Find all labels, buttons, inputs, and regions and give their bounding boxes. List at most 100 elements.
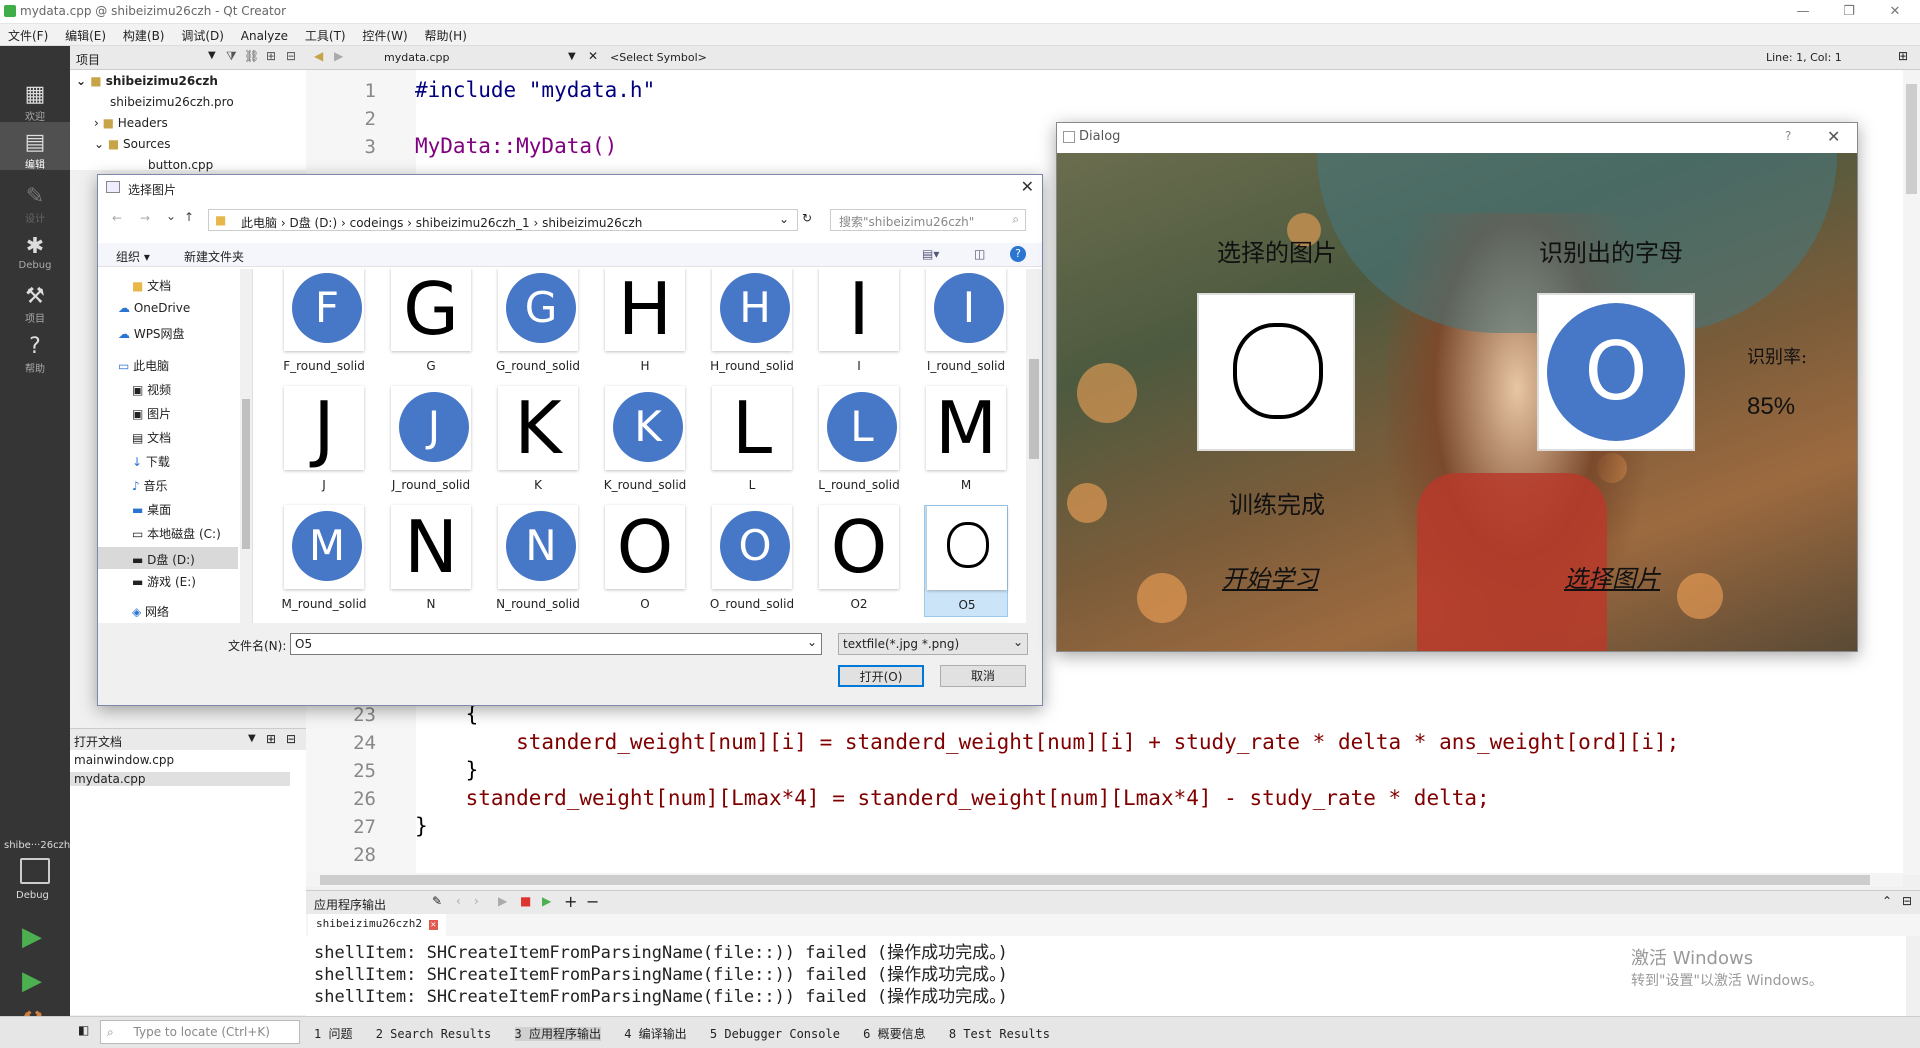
filter-icon[interactable]: ⧩ bbox=[226, 49, 237, 64]
breadcrumb-item[interactable]: 此电脑 bbox=[241, 216, 277, 230]
back-icon[interactable]: ← bbox=[112, 211, 122, 225]
file-tile[interactable]: G G_round_solid bbox=[496, 269, 580, 379]
menu-file[interactable]: 文件(F) bbox=[0, 24, 53, 44]
open-document-item[interactable]: mydata.cpp bbox=[70, 772, 290, 786]
search-input[interactable]: 搜索"shibeizimu26czh" ⌕ bbox=[830, 209, 1026, 231]
nav-item[interactable]: ☁ OneDrive bbox=[118, 301, 190, 315]
help-icon[interactable]: ? bbox=[1010, 246, 1026, 262]
editor-file-selector[interactable]: mydata.cpp bbox=[384, 51, 450, 64]
nav-item[interactable]: ▭ 此电脑 bbox=[118, 357, 169, 374]
close-document-icon[interactable]: ✕ bbox=[588, 49, 598, 63]
file-tile[interactable]: KK bbox=[496, 386, 580, 498]
editor-vertical-scrollbar[interactable] bbox=[1903, 70, 1920, 875]
view-icon[interactable]: ▤▾ bbox=[922, 247, 939, 261]
monitor-icon[interactable] bbox=[20, 858, 50, 884]
file-tile[interactable]: L L_round_solid bbox=[817, 386, 901, 498]
cancel-button[interactable]: 取消 bbox=[940, 665, 1026, 687]
close-window-button[interactable]: ✕ bbox=[1880, 2, 1910, 22]
maximize-button[interactable]: ❐ bbox=[1834, 2, 1864, 22]
new-folder-button[interactable]: 新建文件夹 bbox=[184, 248, 244, 265]
minus-icon[interactable]: − bbox=[586, 892, 599, 911]
menu-debug[interactable]: 调试(D) bbox=[173, 24, 229, 44]
file-tile[interactable]: MM bbox=[924, 386, 1008, 498]
menu-build[interactable]: 构建(B) bbox=[115, 24, 170, 44]
mode-help[interactable]: ? 帮助 bbox=[0, 326, 70, 375]
run-icon[interactable]: ▶ bbox=[22, 922, 42, 952]
file-tile[interactable]: GG bbox=[389, 269, 473, 379]
project-pane-title[interactable]: 项目 bbox=[76, 51, 100, 68]
file-tile[interactable]: O5 bbox=[924, 505, 1008, 617]
up-icon[interactable]: ↑ bbox=[184, 210, 194, 224]
split-editor-icon[interactable]: ⊞ bbox=[1898, 49, 1908, 63]
nav-item[interactable]: ▬ 桌面 bbox=[132, 501, 171, 518]
breadcrumb-item[interactable]: shibeizimu26czh bbox=[542, 216, 642, 230]
mode-projects[interactable]: ⚒ 项目 bbox=[0, 276, 70, 325]
status-tab-tests[interactable]: 8 Test Results bbox=[949, 1027, 1050, 1041]
status-tab-app-output[interactable]: 3 应用程序输出 bbox=[514, 1027, 601, 1041]
refresh-icon[interactable]: ↻ bbox=[802, 211, 812, 225]
nav-item[interactable]: ☁ WPS网盘 bbox=[118, 325, 185, 342]
close-icon[interactable]: ✕ bbox=[1021, 177, 1034, 196]
tree-file-button-cpp[interactable]: button.cpp bbox=[148, 158, 213, 172]
nav-item[interactable]: ▣ 图片 bbox=[132, 405, 171, 422]
back-icon[interactable]: ◀ bbox=[314, 49, 323, 63]
file-tile[interactable]: K K_round_solid bbox=[603, 386, 687, 498]
output-tab[interactable]: shibeizimu26czh2 ✕ bbox=[308, 914, 447, 936]
file-tile[interactable]: N N_round_solid bbox=[496, 505, 580, 617]
close-pane-icon[interactable]: ⊟ bbox=[286, 49, 296, 63]
close-pane-icon[interactable]: ⊟ bbox=[1902, 894, 1912, 908]
next-icon[interactable]: › bbox=[474, 894, 479, 908]
forward-icon[interactable]: → bbox=[140, 211, 150, 225]
file-tile[interactable]: F F_round_solid bbox=[282, 269, 366, 379]
nav-item[interactable]: ▣ 视频 bbox=[132, 381, 171, 398]
nav-scrollbar[interactable] bbox=[240, 269, 252, 623]
output-text[interactable]: shellItem: SHCreateItemFromParsingName(f… bbox=[306, 936, 1906, 1016]
start-learning-button[interactable]: 开始学习 bbox=[1222, 559, 1318, 594]
close-tab-icon[interactable]: ✕ bbox=[428, 920, 439, 930]
minimize-button[interactable]: — bbox=[1788, 2, 1818, 22]
mode-design[interactable]: ✎ 设计 bbox=[0, 176, 70, 225]
nav-item[interactable]: ♪ 音乐 bbox=[132, 477, 168, 494]
open-button[interactable]: 打开(O) bbox=[838, 665, 924, 687]
open-documents-title[interactable]: 打开文档 bbox=[74, 733, 122, 750]
prev-icon[interactable]: ‹ bbox=[456, 894, 461, 908]
nav-item-selected[interactable]: ▬ D盘 (D:) bbox=[98, 547, 238, 569]
file-tile[interactable]: II bbox=[817, 269, 901, 379]
file-tile[interactable]: OO bbox=[603, 505, 687, 617]
nav-item[interactable]: ▤ 文档 bbox=[132, 429, 171, 446]
locate-input[interactable]: ⌕ Type to locate (Ctrl+K) bbox=[100, 1020, 300, 1044]
open-document-item[interactable]: mainwindow.cpp bbox=[74, 753, 174, 767]
toggle-sidebar-icon[interactable]: ◧ bbox=[78, 1023, 89, 1037]
attach-icon[interactable]: ▶ bbox=[542, 894, 551, 908]
nav-item[interactable]: ▭ 本地磁盘 (C:) bbox=[132, 525, 221, 542]
editor-horizontal-scrollbar[interactable] bbox=[306, 873, 1903, 887]
help-button[interactable]: ? bbox=[1785, 129, 1791, 143]
file-tile[interactable]: LL bbox=[710, 386, 794, 498]
chevron-down-icon[interactable]: ▼ bbox=[248, 733, 256, 744]
maximize-pane-icon[interactable]: ⌃ bbox=[1882, 894, 1892, 908]
menu-analyze[interactable]: Analyze bbox=[233, 26, 293, 43]
breadcrumb-item[interactable]: shibeizimu26czh_1 bbox=[416, 216, 530, 230]
filename-input[interactable]: O5 ⌄ bbox=[290, 633, 822, 655]
nav-item[interactable]: ■ 文档 bbox=[132, 277, 171, 294]
preview-pane-icon[interactable]: ◫ bbox=[974, 247, 985, 261]
file-tile[interactable]: NN bbox=[389, 505, 473, 617]
chevron-down-icon[interactable]: ⌄ bbox=[166, 209, 176, 223]
file-tile[interactable]: I I_round_solid bbox=[924, 269, 1008, 379]
nav-item[interactable]: ▬ 游戏 (E:) bbox=[132, 573, 196, 590]
file-tile[interactable]: HH bbox=[603, 269, 687, 379]
run-icon[interactable]: ▶ bbox=[498, 894, 507, 908]
plus-icon[interactable]: + bbox=[564, 892, 577, 911]
breadcrumb-item[interactable]: D盘 (D:) bbox=[289, 216, 337, 230]
status-tab-compile[interactable]: 4 编译输出 bbox=[624, 1027, 686, 1041]
file-tile[interactable]: M M_round_solid bbox=[281, 505, 367, 617]
mode-edit[interactable]: ▤ 编辑 bbox=[0, 122, 70, 171]
brush-icon[interactable]: ✎ bbox=[432, 894, 442, 908]
status-tab-debugger[interactable]: 5 Debugger Console bbox=[710, 1027, 840, 1041]
file-tile[interactable]: O O_round_solid bbox=[710, 505, 794, 617]
file-tile[interactable]: J J_round_solid bbox=[389, 386, 473, 498]
menu-tools[interactable]: 工具(T) bbox=[297, 24, 351, 44]
tree-project-root[interactable]: ⌄ ■ shibeizimu26czh bbox=[76, 74, 218, 88]
file-tile[interactable]: O O2 bbox=[817, 505, 901, 617]
organize-button[interactable]: 组织 ▾ bbox=[116, 248, 150, 265]
